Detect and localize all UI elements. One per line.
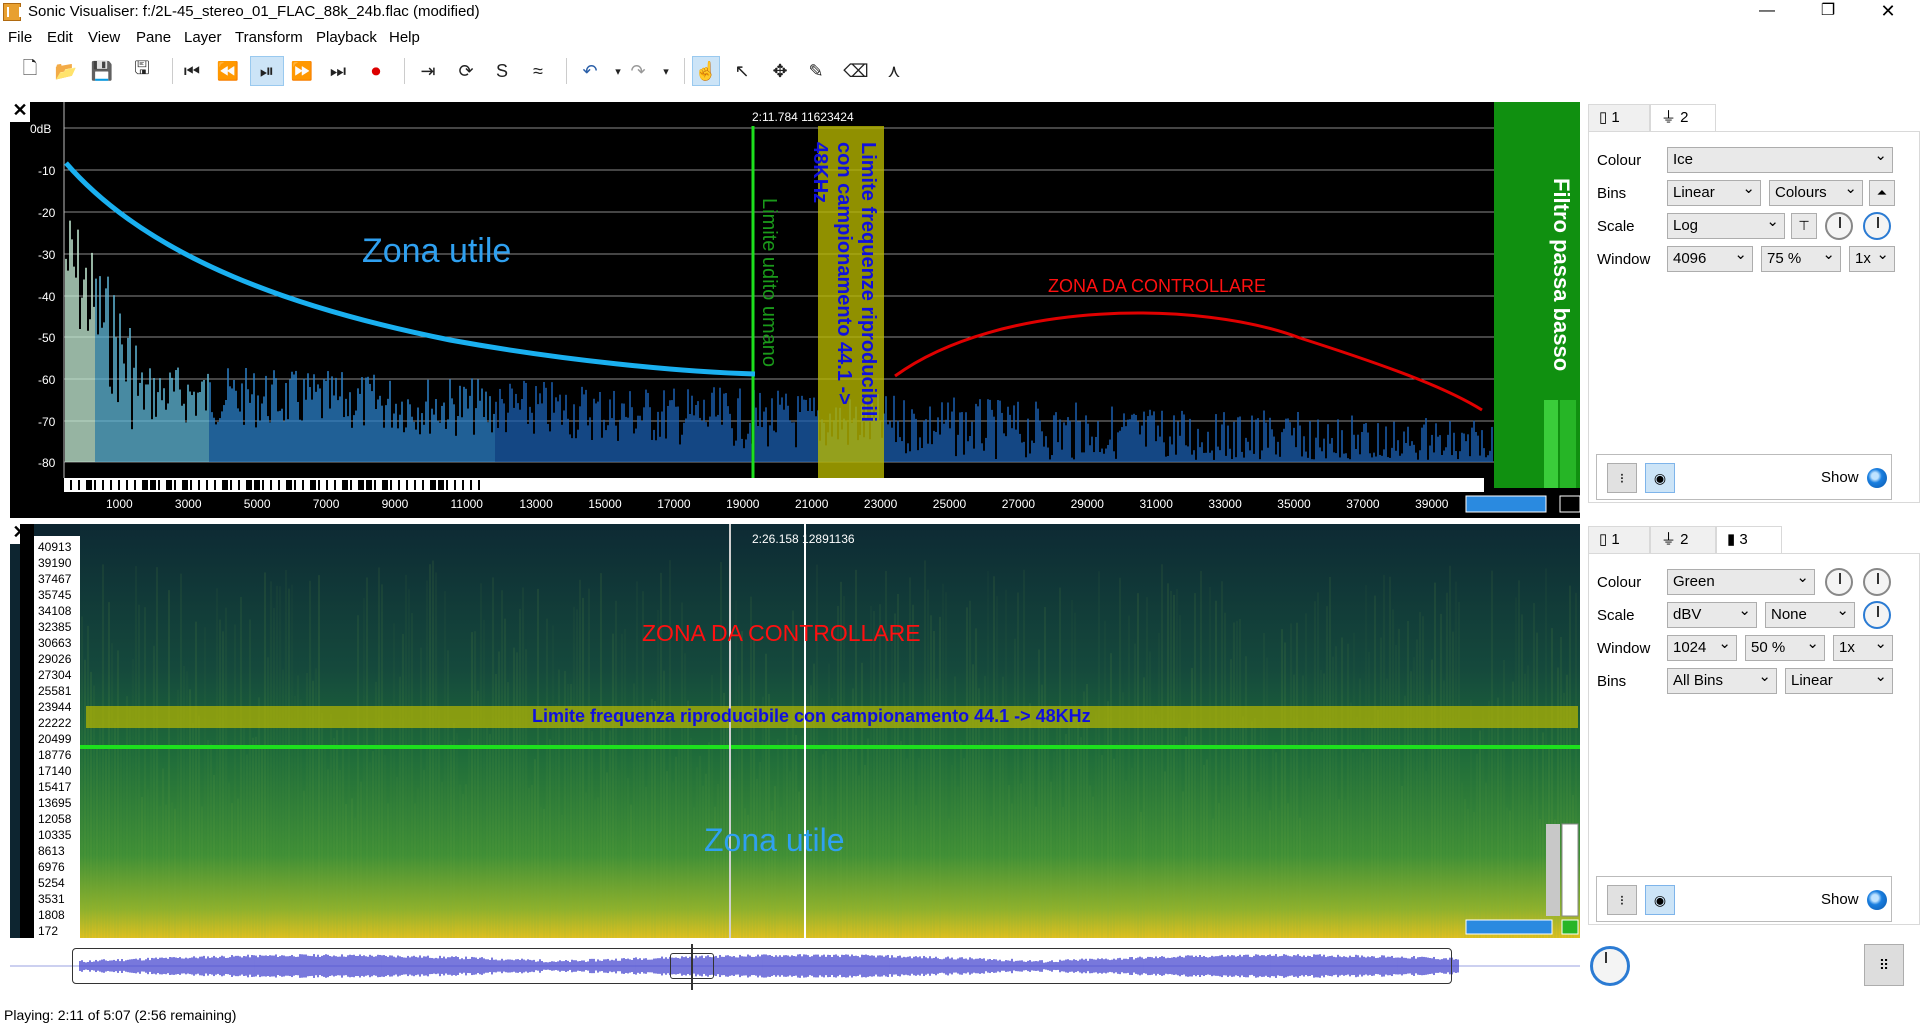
show-toggle[interactable] [1867,890,1887,910]
bins-label: Bins [1597,185,1627,202]
layer-menu-icon[interactable]: ⠿ [1864,944,1904,986]
scale-label: Scale [1597,607,1635,624]
playback-speed-dial[interactable] [1590,946,1630,986]
window-label: Window [1597,640,1651,657]
colour-select[interactable]: Green [1667,566,1815,595]
scale-select[interactable]: dBV [1667,599,1757,628]
bins-select[interactable]: All Bins [1667,665,1777,694]
overview-viewport[interactable] [670,953,714,979]
tab-2[interactable]: ⏚ 2 [1650,104,1716,132]
show-label: Show [1821,469,1859,486]
threshold-dial[interactable] [1863,601,1891,629]
threshold-dial[interactable] [1863,212,1891,240]
scale-label: Scale [1597,218,1635,235]
window-size-select[interactable]: 1024 [1667,632,1737,661]
play-layer-icon[interactable]: ◉ [1645,463,1675,493]
panel2-properties: Colour Green Scale dBV None Window 1024 … [1588,553,1920,925]
tab-2[interactable]: ⏚ 2 [1650,526,1716,554]
bins-scale-select[interactable]: Linear [1785,665,1893,694]
window-zoom-select[interactable]: 1x [1833,632,1893,661]
status-bar: Playing: 2:11 of 5:07 (2:56 remaining) [4,1007,237,1023]
bins-select[interactable]: Linear [1667,177,1761,206]
show-label: Show [1821,891,1859,908]
sonic-visualiser-window: Sonic Visualiser: f:/2L-45_stereo_01_FLA… [0,0,1920,1026]
panel1-properties: Colour Ice Bins Linear Colours ⏶ Scale L… [1588,131,1920,503]
tab-3[interactable]: ▮ 3 [1716,526,1782,554]
normalize-icon[interactable]: ⊤ [1791,213,1817,239]
panel1-layer-controls: ⁝ ◉ Show [1596,454,1892,500]
show-toggle[interactable] [1867,468,1887,488]
colour-select[interactable]: Ice [1667,144,1893,173]
panel2-tabs: ▯ 1 ⏚ 2 ▮ 3 [1588,526,1920,554]
colour-label: Colour [1597,152,1642,169]
window-size-select[interactable]: 4096 [1667,243,1753,272]
panel1-tabs: ▯ 1 ⏚ 2 [1588,104,1920,132]
layer-visibility-icon[interactable]: ⁝ [1607,885,1637,915]
play-layer-icon[interactable]: ◉ [1645,885,1675,915]
colour-label: Colour [1597,574,1642,591]
panel2-layer-controls: ⁝ ◉ Show [1596,876,1892,922]
window-overlap-select[interactable]: 75 % [1761,243,1841,272]
gain-dial[interactable] [1863,568,1891,596]
window-overlap-select[interactable]: 50 % [1745,632,1825,661]
bins-label: Bins [1597,673,1627,690]
window-label: Window [1597,251,1651,268]
colour-rotation-dial[interactable] [1825,568,1853,596]
normalization-select[interactable]: None [1765,599,1855,628]
layer-visibility-icon[interactable]: ⁝ [1607,463,1637,493]
scale-select[interactable]: Log [1667,210,1785,239]
overview-frame[interactable] [72,948,1452,984]
window-zoom-select[interactable]: 1x [1849,243,1895,272]
gain-dial[interactable] [1825,212,1853,240]
bins-colours-select[interactable]: Colours [1769,177,1863,206]
tab-1[interactable]: ▯ 1 [1588,526,1650,554]
spectrum-options-icon[interactable]: ⏶ [1869,180,1895,206]
tab-1[interactable]: ▯ 1 [1588,104,1650,132]
